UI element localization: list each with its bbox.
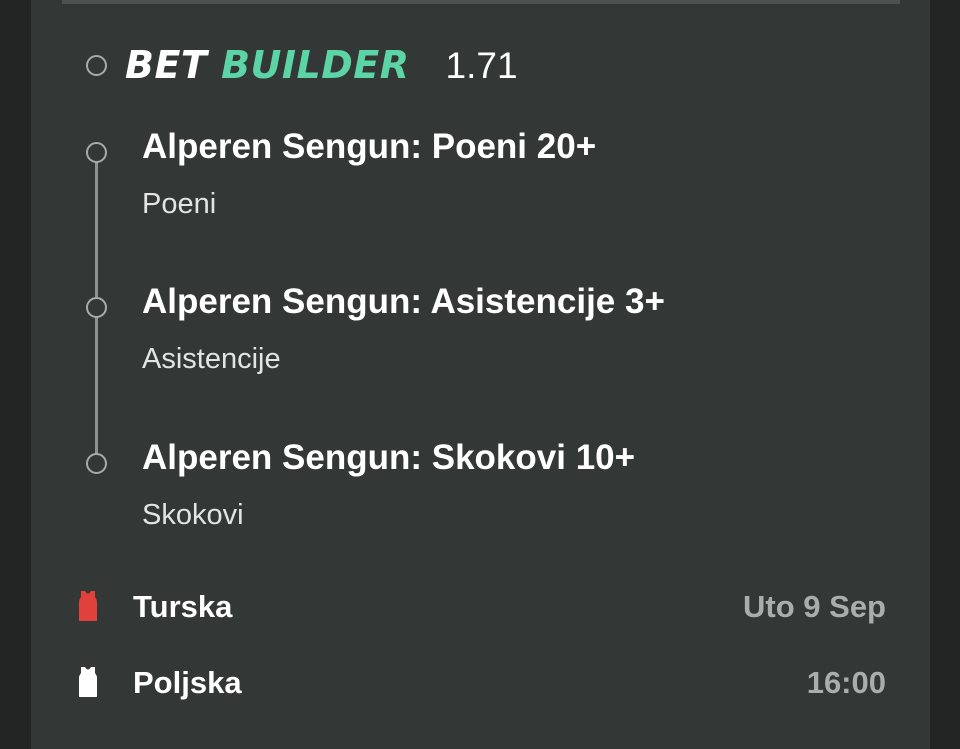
- timeline-dot-icon: [86, 297, 107, 318]
- away-team-name: Poljska: [133, 665, 242, 700]
- selection-market: Poeni: [142, 188, 217, 220]
- bet-builder-odds: 1.71: [445, 44, 518, 86]
- bet-builder-header: BET BUILDER 1.71: [86, 40, 518, 90]
- match-time: 16:00: [806, 665, 886, 700]
- selection-title: Alperen Sengun: Poeni 20+: [142, 127, 597, 166]
- selection-market: Asistencije: [142, 343, 281, 375]
- match-date: Uto 9 Sep: [743, 589, 886, 624]
- timeline-dot-icon: [86, 142, 107, 163]
- away-team-row: Poljska 16:00: [76, 662, 886, 702]
- home-team-name: Turska: [133, 589, 233, 624]
- selection-market: Skokovi: [142, 499, 244, 531]
- selection-title: Alperen Sengun: Skokovi 10+: [142, 438, 636, 477]
- timeline-dot-icon: [86, 54, 107, 76]
- jersey-red-icon: [79, 591, 97, 621]
- app-background: BET BUILDER 1.71 Alperen Sengun: Poeni 2…: [0, 0, 960, 749]
- timeline-dot-icon: [86, 453, 107, 474]
- selection-title: Alperen Sengun: Asistencije 3+: [142, 282, 665, 321]
- jersey-white-icon: [79, 667, 97, 697]
- home-team-row: Turska Uto 9 Sep: [76, 586, 886, 626]
- bet-builder-logo-builder: BUILDER: [221, 43, 410, 87]
- bet-builder-logo-bet: BET: [125, 43, 208, 87]
- bet-builder-logo: BET BUILDER: [125, 46, 410, 84]
- card-top-divider: [62, 0, 900, 4]
